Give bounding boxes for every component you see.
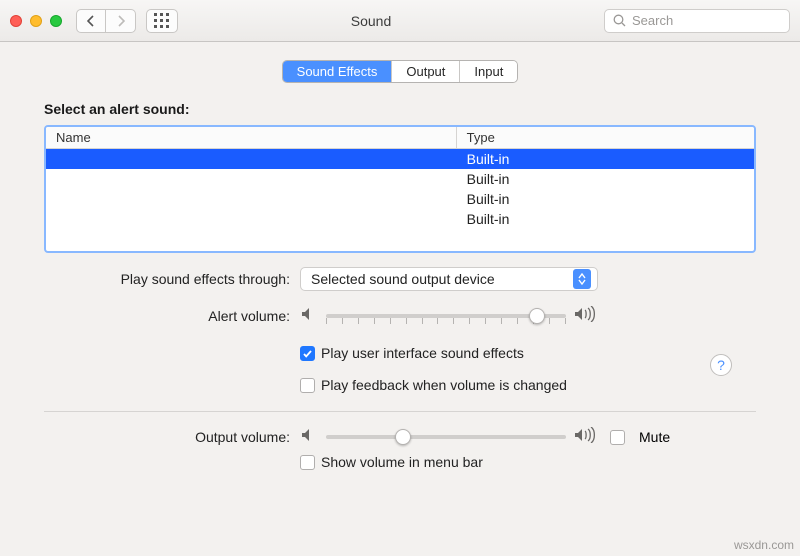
alert-sound-list[interactable]: Name Type Built-in Built-in Built-in Bui… xyxy=(44,125,756,253)
watermark: wsxdn.com xyxy=(734,538,794,552)
list-row[interactable]: Built-in xyxy=(46,189,754,209)
chevron-left-icon xyxy=(87,15,95,27)
play-through-popup[interactable]: Selected sound output device xyxy=(300,267,598,291)
sound-effects-section: Select an alert sound: Name Type Built-i… xyxy=(0,83,800,470)
back-button[interactable] xyxy=(76,9,106,33)
close-window-button[interactable] xyxy=(10,15,22,27)
list-row[interactable]: Built-in xyxy=(46,169,754,189)
list-row[interactable]: Built-in xyxy=(46,209,754,229)
popup-arrows-icon xyxy=(573,269,591,289)
speaker-low-icon xyxy=(300,306,318,327)
divider xyxy=(44,411,756,412)
alert-volume-slider[interactable] xyxy=(326,305,566,327)
window-controls xyxy=(10,15,62,27)
speaker-low-icon xyxy=(300,427,318,448)
search-icon xyxy=(613,14,626,27)
show-volume-menubar-checkbox[interactable] xyxy=(300,455,315,470)
alert-sound-label: Select an alert sound: xyxy=(44,101,756,117)
play-ui-sounds-checkbox[interactable] xyxy=(300,346,315,361)
output-volume-slider[interactable] xyxy=(326,426,566,448)
play-feedback-label: Play feedback when volume is changed xyxy=(321,377,567,393)
chevron-right-icon xyxy=(117,15,125,27)
minimize-window-button[interactable] xyxy=(30,15,42,27)
tab-input[interactable]: Input xyxy=(460,61,517,82)
checkmark-icon xyxy=(302,348,313,359)
output-volume-label: Output volume: xyxy=(44,429,300,445)
play-through-label: Play sound effects through: xyxy=(44,271,300,287)
play-feedback-checkbox[interactable] xyxy=(300,378,315,393)
tabs: Sound Effects Output Input xyxy=(0,60,800,83)
mute-label: Mute xyxy=(639,429,670,445)
help-icon: ? xyxy=(717,357,725,373)
titlebar: Sound Search xyxy=(0,0,800,42)
show-volume-menubar-label: Show volume in menu bar xyxy=(321,454,483,470)
speaker-high-icon xyxy=(574,306,596,327)
play-through-value: Selected sound output device xyxy=(311,271,495,287)
search-input[interactable]: Search xyxy=(604,9,790,33)
nav-back-forward xyxy=(76,9,136,33)
speaker-high-icon xyxy=(574,427,596,448)
tab-sound-effects[interactable]: Sound Effects xyxy=(283,61,393,82)
help-button[interactable]: ? xyxy=(710,354,732,376)
forward-button[interactable] xyxy=(106,9,136,33)
mute-checkbox[interactable] xyxy=(610,430,625,445)
grid-icon xyxy=(154,13,170,29)
alert-volume-label: Alert volume: xyxy=(44,308,300,324)
column-name[interactable]: Name xyxy=(46,127,457,148)
column-type[interactable]: Type xyxy=(457,127,754,148)
zoom-window-button[interactable] xyxy=(50,15,62,27)
window-title: Sound xyxy=(148,13,594,29)
play-ui-sounds-label: Play user interface sound effects xyxy=(321,345,524,361)
list-row[interactable]: Built-in xyxy=(46,149,754,169)
tab-output[interactable]: Output xyxy=(392,61,460,82)
search-placeholder: Search xyxy=(632,13,673,28)
list-header: Name Type xyxy=(46,127,754,149)
content: Sound Effects Output Input Select an ale… xyxy=(0,42,800,556)
